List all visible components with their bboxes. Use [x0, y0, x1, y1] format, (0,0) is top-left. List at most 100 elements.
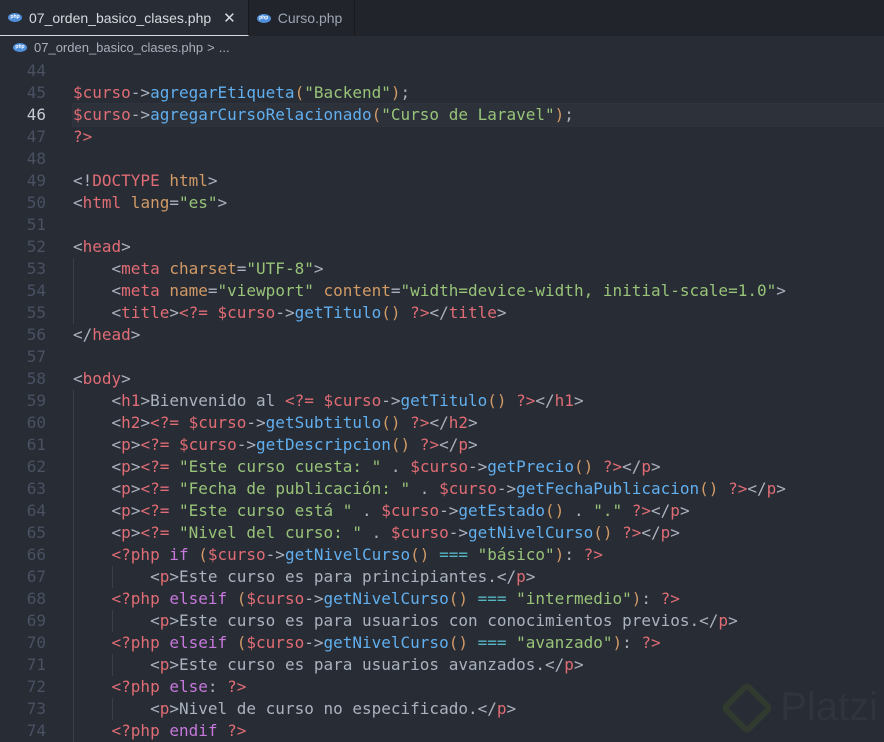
code-line[interactable]: 62 <p><?= "Este curso cuesta: " . $curso… — [0, 456, 884, 478]
code-line[interactable]: 44 — [0, 60, 884, 82]
code-text: <body> — [73, 368, 884, 390]
code-line[interactable]: 53 <meta charset="UTF-8"> — [0, 258, 884, 280]
code-line[interactable]: 52 <head> — [0, 236, 884, 258]
code-token: () — [448, 589, 468, 608]
indent-guide — [73, 676, 74, 698]
code-token: >Bienvenido al — [140, 391, 285, 410]
code-line[interactable]: 48 — [0, 148, 884, 170]
php-file-icon: php — [8, 13, 22, 22]
code-token: p — [159, 655, 170, 674]
code-token: ( — [371, 105, 382, 124]
code-token: ) — [390, 83, 401, 102]
code-token: p — [670, 501, 680, 520]
code-line[interactable]: 60 <h2><?= $curso->getSubtitulo() ?></h2… — [0, 412, 884, 434]
code-token: "Este curso está " — [178, 501, 353, 520]
code-line[interactable]: 54 <meta name="viewport" content="width=… — [0, 280, 884, 302]
indent-guide — [73, 434, 74, 456]
code-token: </ — [651, 501, 671, 520]
code-line[interactable]: 65 <p><?= "Nivel del curso: " . $curso->… — [0, 522, 884, 544]
code-token: p — [121, 523, 131, 542]
code-token: . — [381, 457, 411, 476]
code-token: ?> — [718, 479, 748, 498]
code-line[interactable]: 61 <p><?= $curso->getDescripcion() ?></p… — [0, 434, 884, 456]
code-line[interactable]: 64 <p><?= "Este curso está " . $curso->g… — [0, 500, 884, 522]
code-line[interactable]: 59 <h1>Bienvenido al <?= $curso->getTitu… — [0, 390, 884, 412]
code-line[interactable]: 70 <?php elseif ($curso->getNivelCurso()… — [0, 632, 884, 654]
code-token: > — [169, 303, 179, 322]
code-token: < — [150, 699, 160, 718]
code-line[interactable]: 50 <html lang="es"> — [0, 192, 884, 214]
code-line[interactable]: 55 <title><?= $curso->getTitulo() ?></ti… — [0, 302, 884, 324]
code-line[interactable]: 71 <p>Este curso es para usuarios avanza… — [0, 654, 884, 676]
code-token: ?> — [410, 435, 440, 454]
code-token: === — [429, 545, 478, 564]
code-text: <title><?= $curso->getTitulo() ?></title… — [73, 302, 884, 324]
code-token: ?> — [400, 303, 430, 322]
code-token: html — [159, 171, 208, 190]
indent-guide — [73, 390, 74, 412]
code-line[interactable]: 68 <?php elseif ($curso->getNivelCurso()… — [0, 588, 884, 610]
code-token: > — [776, 479, 786, 498]
line-number: 66 — [26, 545, 46, 564]
code-token: <?= — [140, 435, 179, 454]
code-token: > — [130, 435, 141, 454]
code-token: <?= — [140, 479, 179, 498]
code-text: <p><?= "Nivel del curso: " . $curso->get… — [73, 522, 884, 544]
line-number: 64 — [26, 501, 46, 520]
code-token: <?php — [111, 633, 170, 652]
code-line[interactable]: 56 </head> — [0, 324, 884, 346]
code-line[interactable]: 57 — [0, 346, 884, 368]
code-line[interactable]: 51 — [0, 214, 884, 236]
code-token: > — [140, 413, 151, 432]
code-token: : — [207, 677, 228, 696]
indent-guide — [111, 610, 113, 632]
code-token: $curso — [246, 633, 305, 652]
code-line[interactable]: 46 $curso->agregarCursoRelacionado("Curso… — [0, 103, 884, 127]
code-token: ) — [612, 633, 623, 652]
line-number: 51 — [26, 215, 46, 234]
code-token: ; — [400, 83, 411, 102]
code-line[interactable]: 47 ?> — [0, 126, 884, 148]
code-line[interactable]: 63 <p><?= "Fecha de publicación: " . $cu… — [0, 478, 884, 500]
code-token: </ — [439, 435, 459, 454]
breadcrumb-file[interactable]: 07_orden_basico_clases.php — [34, 40, 203, 55]
code-text: <?php elseif ($curso->getNivelCurso() ==… — [73, 632, 884, 654]
indent-guide — [73, 698, 74, 720]
code-token: ( — [236, 589, 247, 608]
indent-guide — [73, 258, 74, 280]
code-line[interactable]: 45 $curso->agregarEtiqueta("Backend"); — [0, 82, 884, 104]
code-token: > — [130, 523, 141, 542]
code-token: > — [130, 457, 141, 476]
line-number: 74 — [26, 721, 46, 740]
code-token: < — [111, 259, 122, 278]
code-token: $curso — [323, 391, 382, 410]
code-token: -> — [246, 413, 266, 432]
code-token: </ — [641, 523, 661, 542]
code-line[interactable]: 66 <?php if ($curso->getNivelCurso() ===… — [0, 544, 884, 566]
breadcrumb-more[interactable]: ... — [219, 40, 230, 55]
tab-07-orden-basico-clases[interactable]: php 07_orden_basico_clases.php ✕ — [0, 0, 249, 36]
code-token: < — [150, 611, 160, 630]
code-token: content — [313, 281, 391, 300]
code-token: > — [130, 325, 141, 344]
code-token: ) — [554, 105, 565, 124]
code-text: <!DOCTYPE html> — [73, 170, 884, 192]
code-line[interactable]: 69 <p>Este curso es para usuarios con co… — [0, 610, 884, 632]
indent-guide — [73, 720, 74, 742]
code-editor[interactable]: 44 45 $curso->agregarEtiqueta("Backend"); 4… — [0, 60, 884, 742]
code-token: ; — [564, 105, 574, 124]
code-token: -> — [448, 523, 468, 542]
code-line[interactable]: 49 <!DOCTYPE html> — [0, 170, 884, 192]
tab-curso[interactable]: php Curso.php — [249, 0, 356, 36]
code-token: < — [111, 303, 122, 322]
code-token: p — [564, 655, 574, 674]
code-line[interactable]: 58 <body> — [0, 368, 884, 390]
code-line[interactable]: 67 <p>Este curso es para principiantes.<… — [0, 566, 884, 588]
code-token: . — [362, 523, 391, 542]
code-token: = — [169, 193, 179, 212]
code-token: () — [410, 545, 430, 564]
code-token: getNivelCurso — [323, 589, 449, 608]
indent-guide — [73, 632, 74, 654]
close-tab-icon[interactable]: ✕ — [223, 9, 236, 27]
code-token: () — [390, 435, 411, 454]
